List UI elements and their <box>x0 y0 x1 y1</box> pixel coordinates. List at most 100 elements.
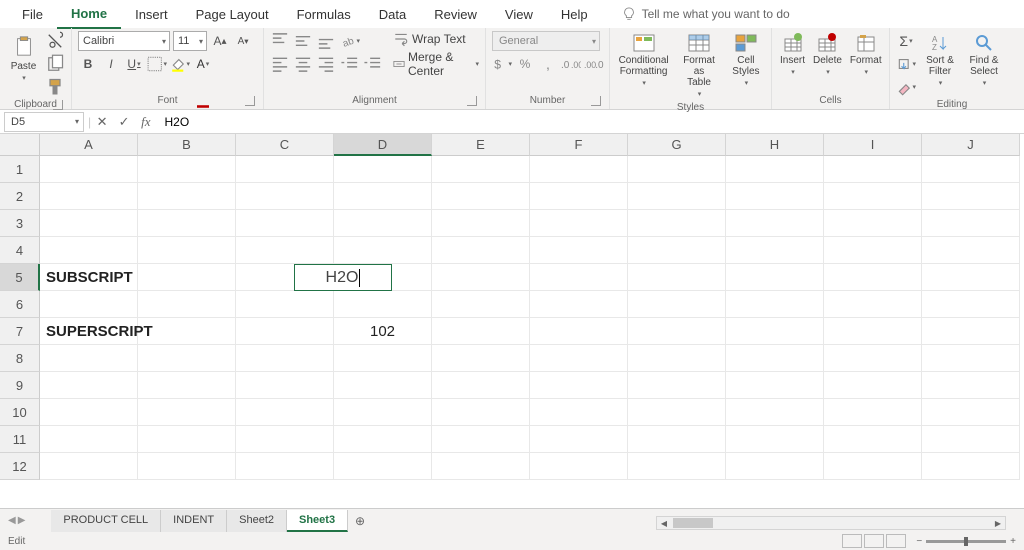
conditional-formatting-button[interactable]: Conditional Formatting▾ <box>616 31 671 89</box>
cell-I9[interactable] <box>824 372 922 399</box>
cell-B11[interactable] <box>138 426 236 453</box>
number-format-select[interactable]: General <box>492 31 600 51</box>
orientation-button[interactable]: ab▾ <box>340 31 360 51</box>
cell-G11[interactable] <box>628 426 726 453</box>
bold-button[interactable]: B <box>78 54 98 74</box>
row-header-12[interactable]: 12 <box>0 453 40 480</box>
cell-F4[interactable] <box>530 237 628 264</box>
cell-E12[interactable] <box>432 453 530 480</box>
comma-format-button[interactable]: , <box>538 54 558 74</box>
cell-B1[interactable] <box>138 156 236 183</box>
cell-D9[interactable] <box>334 372 432 399</box>
align-center-button[interactable] <box>293 54 313 74</box>
cell-H3[interactable] <box>726 210 824 237</box>
cell-H12[interactable] <box>726 453 824 480</box>
cell-H10[interactable] <box>726 399 824 426</box>
cell-C7[interactable] <box>236 318 334 345</box>
cell-G9[interactable] <box>628 372 726 399</box>
dialog-launcher-icon[interactable] <box>245 96 255 106</box>
cell-I1[interactable] <box>824 156 922 183</box>
cell-F6[interactable] <box>530 291 628 318</box>
row-header-2[interactable]: 2 <box>0 183 40 210</box>
cell-E11[interactable] <box>432 426 530 453</box>
cell-F10[interactable] <box>530 399 628 426</box>
cell-G3[interactable] <box>628 210 726 237</box>
tab-page-layout[interactable]: Page Layout <box>182 1 283 28</box>
cell-B3[interactable] <box>138 210 236 237</box>
cell-E8[interactable] <box>432 345 530 372</box>
cell-J2[interactable] <box>922 183 1020 210</box>
cell-E7[interactable] <box>432 318 530 345</box>
cell-I10[interactable] <box>824 399 922 426</box>
column-header-F[interactable]: F <box>530 134 628 156</box>
row-header-9[interactable]: 9 <box>0 372 40 399</box>
align-top-button[interactable] <box>270 31 290 51</box>
cell-A3[interactable] <box>40 210 138 237</box>
format-cells-button[interactable]: Format▾ <box>848 31 884 78</box>
sheet-nav-prev[interactable]: ◀ <box>8 515 16 526</box>
increase-indent-button[interactable] <box>363 54 383 74</box>
fx-icon[interactable]: fx <box>135 114 156 130</box>
cell-I12[interactable] <box>824 453 922 480</box>
row-header-8[interactable]: 8 <box>0 345 40 372</box>
page-layout-view-button[interactable] <box>864 534 884 548</box>
autosum-button[interactable]: Σ▾ <box>896 31 916 51</box>
align-right-button[interactable] <box>316 54 336 74</box>
cell-C3[interactable] <box>236 210 334 237</box>
sheet-tab-product-cell[interactable]: PRODUCT CELL <box>51 510 161 532</box>
cell-H6[interactable] <box>726 291 824 318</box>
cell-J4[interactable] <box>922 237 1020 264</box>
row-header-6[interactable]: 6 <box>0 291 40 318</box>
cell-E6[interactable] <box>432 291 530 318</box>
cell-B10[interactable] <box>138 399 236 426</box>
row-header-3[interactable]: 3 <box>0 210 40 237</box>
copy-button[interactable] <box>45 54 65 74</box>
cell-J5[interactable] <box>922 264 1020 291</box>
cell-D8[interactable] <box>334 345 432 372</box>
cell-A4[interactable] <box>40 237 138 264</box>
sheet-tab-indent[interactable]: INDENT <box>161 510 227 532</box>
cell-H5[interactable] <box>726 264 824 291</box>
cell-E5[interactable] <box>432 264 530 291</box>
cell-B2[interactable] <box>138 183 236 210</box>
cell-C12[interactable] <box>236 453 334 480</box>
cell-B12[interactable] <box>138 453 236 480</box>
row-header-4[interactable]: 4 <box>0 237 40 264</box>
cell-F9[interactable] <box>530 372 628 399</box>
cell-E10[interactable] <box>432 399 530 426</box>
tab-home[interactable]: Home <box>57 0 121 29</box>
cell-F11[interactable] <box>530 426 628 453</box>
row-header-10[interactable]: 10 <box>0 399 40 426</box>
decrease-indent-button[interactable] <box>340 54 360 74</box>
cell-A7[interactable]: SUPERSCRIPT <box>40 318 138 345</box>
cell-I5[interactable] <box>824 264 922 291</box>
cell-J6[interactable] <box>922 291 1020 318</box>
cut-button[interactable] <box>45 31 65 51</box>
column-header-H[interactable]: H <box>726 134 824 156</box>
tab-formulas[interactable]: Formulas <box>283 1 365 28</box>
font-size-select[interactable]: 11 <box>173 31 207 51</box>
font-color-button[interactable]: A▾ <box>193 54 213 74</box>
cell-J8[interactable] <box>922 345 1020 372</box>
cell-A1[interactable] <box>40 156 138 183</box>
cell-B4[interactable] <box>138 237 236 264</box>
decrease-font-button[interactable]: A▾ <box>233 31 253 51</box>
cancel-edit-button[interactable]: ✕ <box>91 114 113 130</box>
cell-E4[interactable] <box>432 237 530 264</box>
cell-B8[interactable] <box>138 345 236 372</box>
cell-A9[interactable] <box>40 372 138 399</box>
cell-I6[interactable] <box>824 291 922 318</box>
cell-G5[interactable] <box>628 264 726 291</box>
cell-D12[interactable] <box>334 453 432 480</box>
cell-I4[interactable] <box>824 237 922 264</box>
cell-B5[interactable] <box>138 264 236 291</box>
horizontal-scrollbar[interactable]: ◀▶ <box>656 516 1006 530</box>
cell-styles-button[interactable]: Cell Styles▾ <box>727 31 765 89</box>
select-all-corner[interactable] <box>0 134 40 156</box>
cell-E9[interactable] <box>432 372 530 399</box>
cell-H8[interactable] <box>726 345 824 372</box>
decrease-decimal-button[interactable]: .00.0 <box>584 54 604 74</box>
cell-A8[interactable] <box>40 345 138 372</box>
cell-F2[interactable] <box>530 183 628 210</box>
column-header-E[interactable]: E <box>432 134 530 156</box>
